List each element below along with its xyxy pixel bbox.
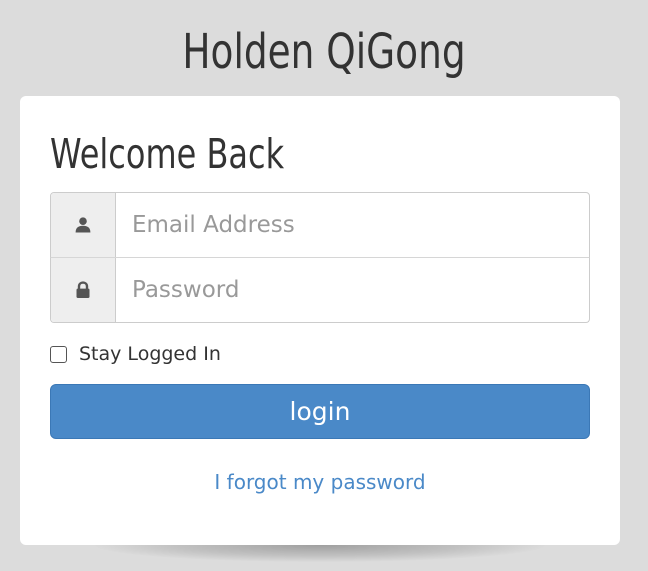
welcome-heading: Welcome Back — [50, 130, 285, 178]
lock-icon-svg — [76, 281, 90, 298]
brand-title: Holden QiGong — [182, 24, 466, 80]
forgot-password-link[interactable]: I forgot my password — [20, 470, 620, 494]
lock-icon — [51, 258, 116, 322]
login-card: Welcome Back Stay Logged In login I forg… — [20, 96, 620, 545]
email-input-group — [50, 192, 590, 258]
password-input-group — [50, 257, 590, 323]
stay-logged-in-label: Stay Logged In — [79, 343, 221, 365]
password-field[interactable] — [116, 258, 589, 322]
stay-logged-in-checkbox[interactable] — [50, 345, 67, 363]
stay-logged-in-option[interactable]: Stay Logged In — [50, 342, 221, 366]
user-icon — [51, 193, 116, 257]
email-field[interactable] — [116, 193, 589, 257]
login-button[interactable]: login — [50, 384, 590, 439]
user-icon-svg — [75, 217, 91, 233]
